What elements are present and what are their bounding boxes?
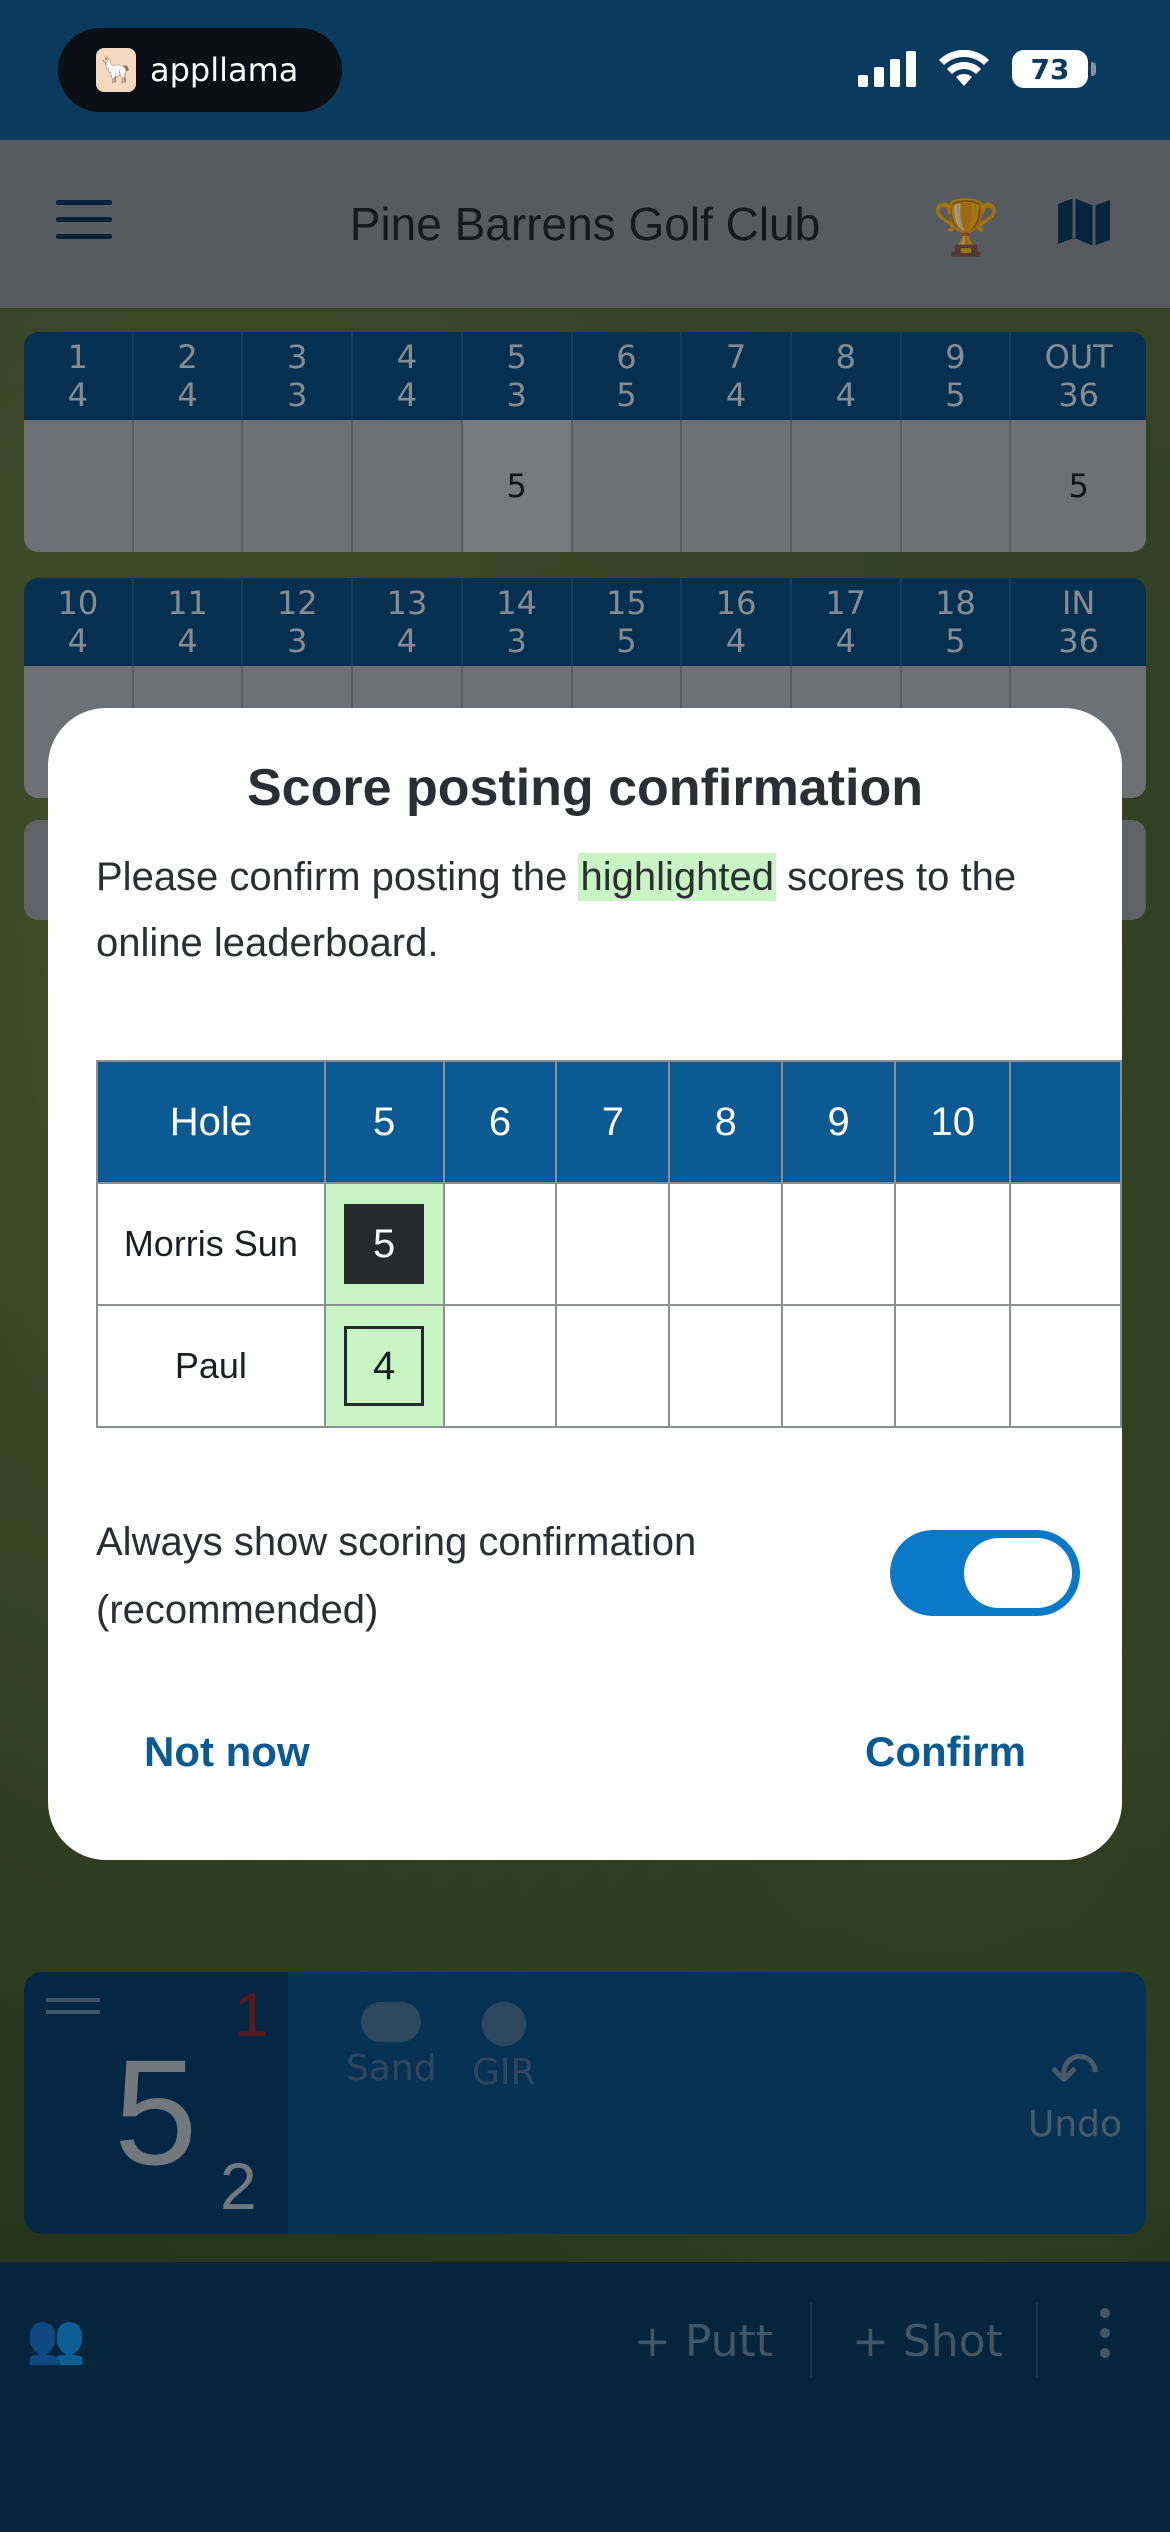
toggle-label: Always show scoring confirmation (recomm… (96, 1520, 697, 1632)
dialog-message: Please confirm posting the highlighted s… (96, 853, 1017, 965)
score-cell (781, 1182, 897, 1306)
status-icons: 73 (858, 50, 1096, 88)
llama-logo-icon: 🦙 (96, 48, 136, 92)
scores-table: Hole 5 6 7 8 9 10 Morris Sun 5 Paul 4 (96, 1060, 1122, 1428)
score-cell-highlighted: 5 (323, 1182, 445, 1306)
table-row: Morris Sun 5 (96, 1182, 1122, 1306)
score-cell (1009, 1182, 1122, 1306)
wifi-icon (939, 50, 989, 86)
score-value: 4 (344, 1326, 425, 1406)
confirm-button[interactable]: Confirm (865, 1728, 1026, 1776)
hole-number: 5 (323, 1060, 445, 1184)
score-cell (781, 1304, 897, 1428)
hole-number: 10 (894, 1060, 1012, 1184)
hole-number: 7 (555, 1060, 671, 1184)
score-cell (555, 1182, 671, 1306)
score-cell (442, 1304, 558, 1428)
score-cell (668, 1182, 784, 1306)
score-cell (555, 1304, 671, 1428)
battery-icon: 73 (1012, 50, 1096, 88)
hole-number-partial (1009, 1060, 1122, 1184)
score-cell (668, 1304, 784, 1428)
score-cell (894, 1304, 1012, 1428)
hole-number: 8 (668, 1060, 784, 1184)
app-pill: 🦙 appllama (58, 28, 342, 112)
player-name: Morris Sun (96, 1182, 326, 1306)
hole-number: 9 (781, 1060, 897, 1184)
score-cell (894, 1182, 1012, 1306)
table-row: Paul 4 (96, 1304, 1122, 1428)
score-posting-dialog: Score posting confirmation Please confir… (48, 708, 1122, 1860)
score-cell (442, 1182, 558, 1306)
signal-icon (858, 51, 916, 87)
score-cell-highlighted: 4 (323, 1304, 445, 1428)
status-bar: 🦙 appllama 73 (0, 0, 1170, 140)
not-now-button[interactable]: Not now (144, 1728, 310, 1776)
highlighted-word: highlighted (578, 853, 776, 901)
score-value: 5 (344, 1204, 425, 1284)
app-pill-label: appllama (150, 51, 299, 89)
score-cell (1009, 1304, 1122, 1428)
always-show-toggle[interactable] (890, 1530, 1080, 1616)
player-name: Paul (96, 1304, 326, 1428)
toggle-knob (964, 1538, 1072, 1608)
hole-number: 6 (442, 1060, 558, 1184)
hole-header-label: Hole (96, 1060, 326, 1184)
dialog-title: Score posting confirmation (246, 759, 924, 817)
